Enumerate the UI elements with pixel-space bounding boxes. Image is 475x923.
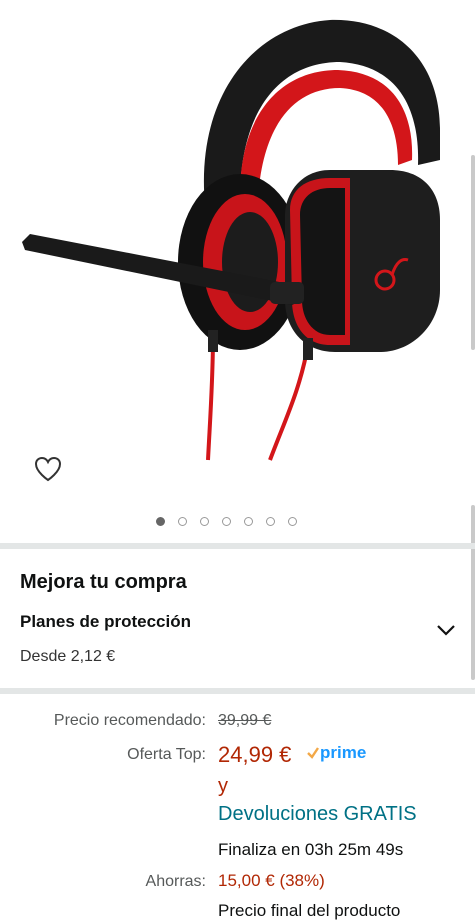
gallery-dot[interactable] <box>266 517 275 526</box>
section-divider <box>0 688 475 694</box>
wishlist-button[interactable] <box>30 452 66 486</box>
savings-label: Ahorras: <box>145 873 206 890</box>
prime-check-icon <box>307 747 319 759</box>
and-text: y <box>218 775 228 797</box>
expand-plans-button[interactable] <box>436 623 456 642</box>
gallery-dot[interactable] <box>288 517 297 526</box>
upsell-title: Mejora tu compra <box>20 571 187 593</box>
product-image <box>22 19 440 461</box>
gallery-dot[interactable] <box>244 517 253 526</box>
deal-countdown: Finaliza en 03h 25m 49s <box>218 840 404 859</box>
final-price-note: Precio final del producto <box>218 901 401 920</box>
gallery-dots[interactable] <box>156 517 297 526</box>
savings-value: 15,00 € (38%) <box>218 871 325 890</box>
gallery-dot[interactable] <box>222 517 231 526</box>
gallery-dot[interactable] <box>200 517 209 526</box>
protection-plan-title[interactable]: Planes de protección <box>20 612 191 632</box>
gallery-dot[interactable] <box>178 517 187 526</box>
scrollbar-thumb[interactable] <box>471 505 475 680</box>
free-returns-link[interactable]: Devoluciones GRATIS <box>218 803 417 826</box>
list-price: 39,99 € <box>218 712 272 729</box>
deal-label: Oferta Top: <box>127 746 206 763</box>
product-image-gallery[interactable] <box>0 0 475 545</box>
scrollbar-thumb[interactable] <box>471 155 475 350</box>
heart-icon <box>34 456 62 482</box>
gallery-dot[interactable] <box>156 517 165 526</box>
prime-badge: prime <box>306 743 366 763</box>
protection-plan-price: Desde 2,12 € <box>20 648 116 665</box>
prime-label: prime <box>320 743 367 762</box>
section-divider <box>0 543 475 549</box>
deal-price: 24,99 € <box>218 742 292 767</box>
chevron-down-icon <box>437 625 455 636</box>
list-price-label: Precio recomendado: <box>53 712 206 729</box>
